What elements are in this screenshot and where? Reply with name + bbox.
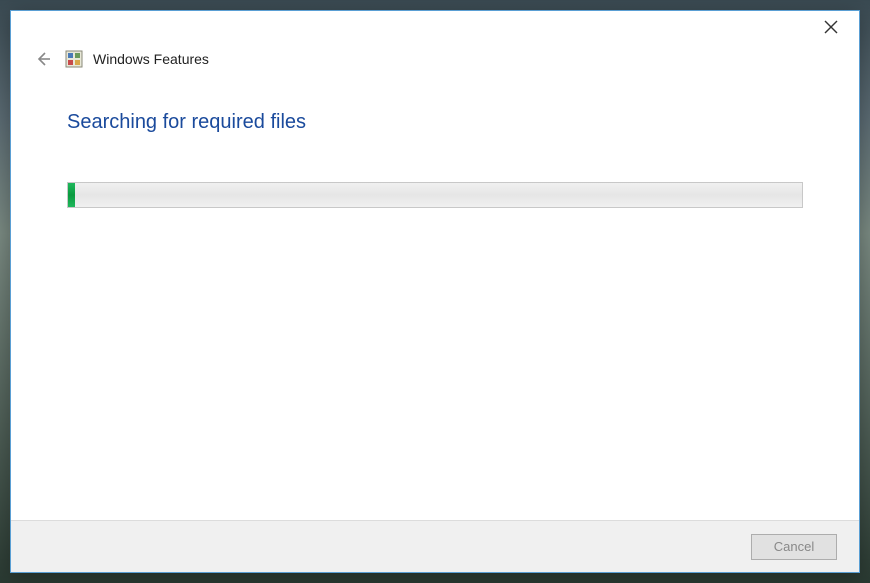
content-area: Searching for required files (11, 75, 859, 228)
windows-features-dialog: Windows Features Searching for required … (10, 10, 860, 573)
windows-features-icon (65, 50, 83, 68)
titlebar (11, 11, 859, 43)
back-button[interactable] (31, 47, 55, 71)
cancel-button[interactable]: Cancel (751, 534, 837, 560)
progress-fill (68, 183, 75, 207)
back-arrow-icon (34, 50, 52, 68)
header-row: Windows Features (11, 43, 859, 75)
app-title: Windows Features (93, 51, 209, 67)
progress-bar (67, 182, 803, 208)
close-icon (824, 20, 838, 34)
footer: Cancel (11, 520, 859, 572)
status-heading: Searching for required files (67, 111, 803, 134)
close-button[interactable] (811, 13, 851, 41)
